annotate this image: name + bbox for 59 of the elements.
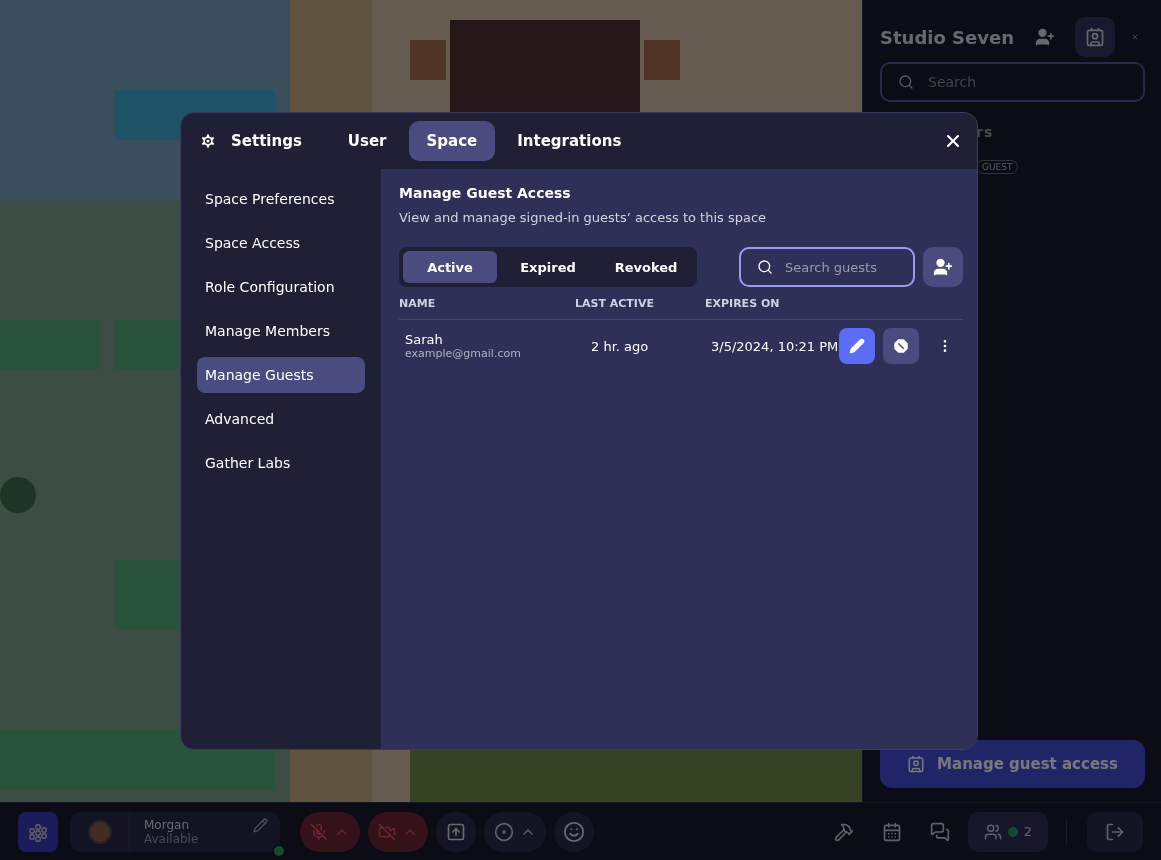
octagon-x-icon — [892, 337, 910, 355]
guest-search-field[interactable]: Search guests — [739, 247, 915, 287]
settings-title: Settings — [231, 132, 302, 150]
user-plus-icon — [1035, 27, 1055, 47]
nav-item[interactable]: Manage Members — [197, 313, 365, 349]
emoji-button[interactable] — [554, 811, 594, 852]
contact-card-icon — [1085, 27, 1105, 47]
guest-name: Sarah — [405, 332, 444, 347]
user-plus-icon — [933, 257, 953, 277]
nav-item[interactable]: Space Preferences — [197, 181, 365, 217]
leave-button[interactable] — [1087, 811, 1143, 852]
upload-icon — [446, 821, 466, 842]
smiley-icon — [563, 820, 585, 843]
nav-item[interactable]: Role Configuration — [197, 269, 365, 305]
section-title: Manage Guest Access — [399, 185, 572, 201]
column-header: LAST ACTIVE — [575, 297, 655, 310]
pencil-icon — [253, 818, 268, 833]
exit-icon — [1105, 821, 1125, 842]
section-description: View and manage signed-in guests’ access to this space — [399, 210, 768, 225]
status-dot — [1007, 826, 1018, 837]
table-cell: 3/5/2024, 10:21 PM — [711, 338, 839, 354]
record-button[interactable] — [484, 811, 546, 852]
column-header: NAME — [399, 297, 437, 310]
add-guest-button[interactable] — [923, 247, 963, 287]
pencil-icon — [849, 338, 865, 354]
guest-email: example@gmail.com — [405, 347, 522, 360]
table-cell-text: 2 hr. ago — [590, 338, 650, 354]
screen-share-button[interactable] — [436, 811, 476, 852]
user-name: Morgan — [144, 817, 190, 832]
settings-tab[interactable]: Space — [408, 121, 496, 161]
avatar — [87, 819, 112, 844]
nav-item[interactable]: Manage Guests — [197, 357, 365, 393]
filter-tab[interactable]: Expired — [501, 251, 595, 283]
people-icon — [983, 822, 1002, 841]
settings-icon — [199, 132, 217, 150]
settings-tab[interactable]: User — [329, 121, 405, 161]
menu-button[interactable] — [18, 811, 58, 852]
edit-button[interactable] — [839, 328, 875, 364]
nav-item[interactable]: Gather Labs — [197, 445, 365, 481]
revoke-button[interactable] — [883, 328, 919, 364]
nav-item[interactable]: Advanced — [197, 401, 365, 437]
hammer-icon — [833, 821, 854, 842]
search-icon — [898, 74, 914, 90]
chat-bubbles-icon — [929, 821, 950, 842]
space-title: Studio Seven — [880, 26, 1015, 48]
column-header: EXPIRES ON — [705, 297, 781, 310]
contact-card-button[interactable] — [1075, 17, 1115, 57]
contact-card-icon — [907, 755, 926, 773]
nav-item[interactable]: Space Access — [197, 225, 365, 261]
settings-tab[interactable]: Integrations — [499, 121, 640, 161]
filter-tab[interactable]: Revoked — [599, 251, 693, 283]
camera-off-icon — [378, 822, 396, 841]
calendar-icon — [881, 821, 902, 842]
microphone-off-icon — [310, 822, 328, 841]
record-icon — [494, 821, 514, 842]
microphone-button[interactable] — [300, 811, 360, 852]
filter-tab[interactable]: Active — [403, 251, 497, 283]
camera-button[interactable] — [368, 811, 428, 852]
search-icon — [757, 259, 773, 275]
